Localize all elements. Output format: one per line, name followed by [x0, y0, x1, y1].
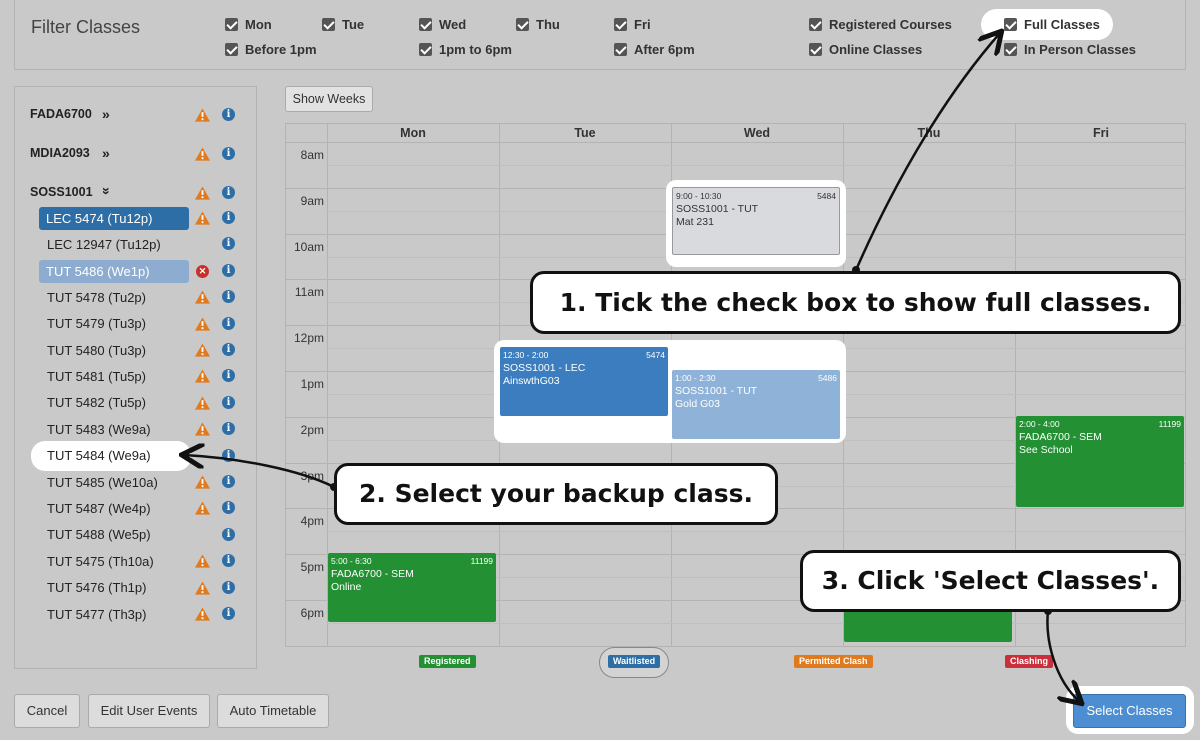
- callout-step-1: 1. Tick the check box to show full class…: [530, 271, 1181, 334]
- arrow-to-full-classes: [854, 33, 1000, 271]
- arrow-to-select-classes: [1046, 610, 1080, 702]
- arrow-to-backup-class: [184, 455, 335, 489]
- instruction-arrows: [0, 0, 1200, 740]
- callout-step-3: 3. Click 'Select Classes'.: [800, 550, 1181, 612]
- callout-step-2: 2. Select your backup class.: [334, 463, 778, 525]
